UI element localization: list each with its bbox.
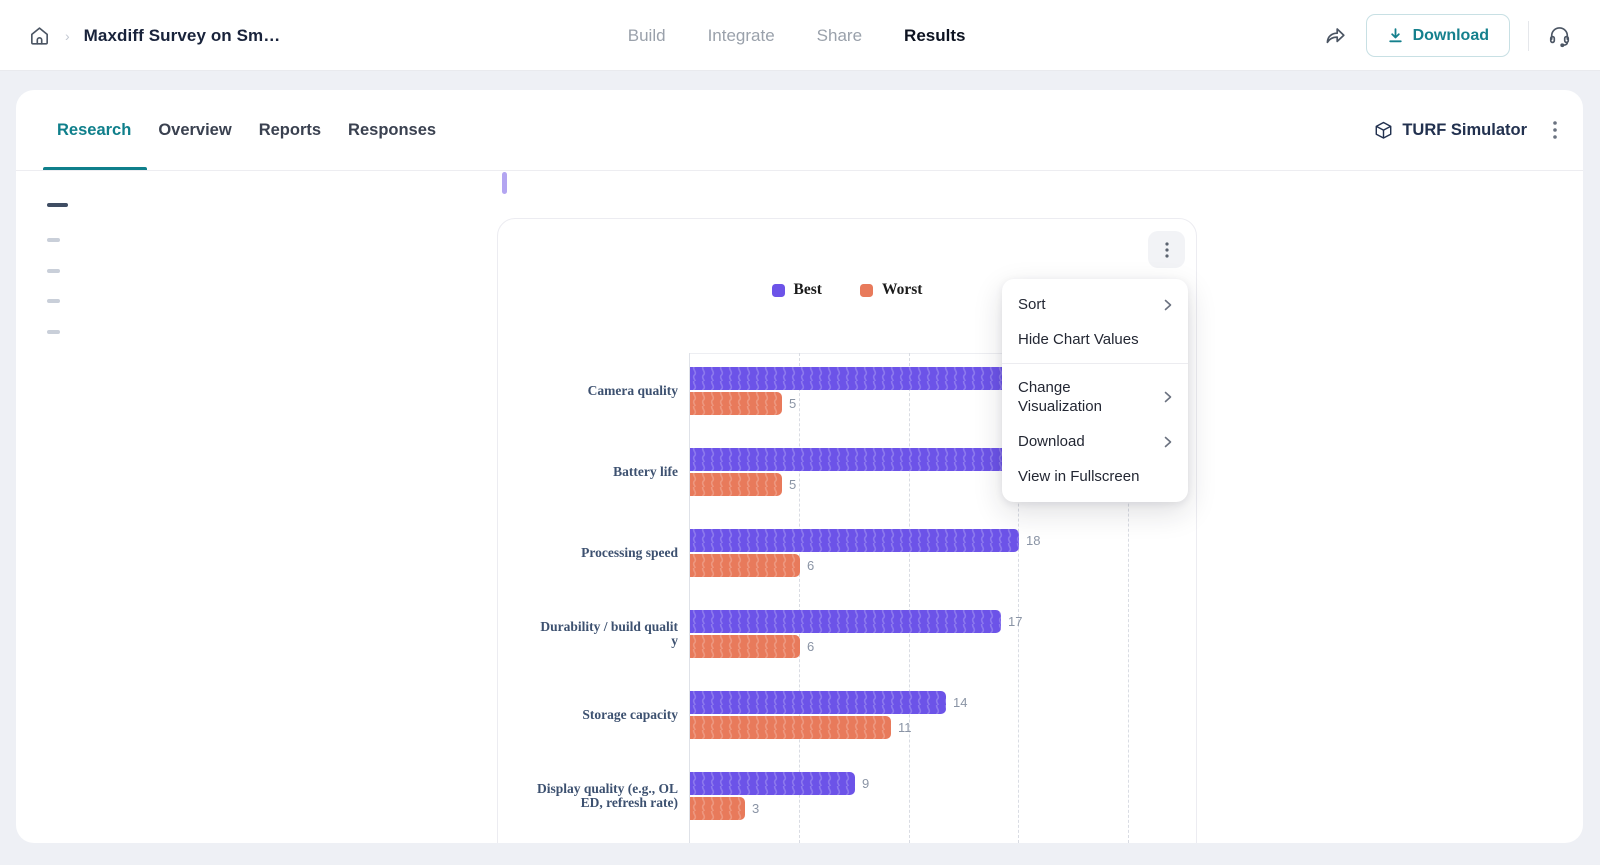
bar-value-label: 18 bbox=[1026, 533, 1041, 548]
legend-label-worst: Worst bbox=[881, 281, 923, 298]
menu-divider bbox=[1002, 363, 1188, 364]
tab-research[interactable]: Research bbox=[57, 121, 131, 140]
category-label: Storage capacity bbox=[582, 706, 678, 722]
top-navbar: › Maxdiff Survey on Sm… Build Integrate … bbox=[0, 0, 1600, 71]
best-bar bbox=[690, 610, 1001, 633]
kebab-icon bbox=[1164, 241, 1169, 258]
survey-title[interactable]: Maxdiff Survey on Sm… bbox=[84, 26, 281, 46]
best-bar bbox=[690, 448, 1047, 471]
category-label: Processing speed bbox=[581, 544, 678, 560]
nav-tab-integrate[interactable]: Integrate bbox=[708, 26, 775, 46]
breadcrumb: › Maxdiff Survey on Sm… bbox=[28, 0, 280, 71]
nav-tab-share[interactable]: Share bbox=[817, 26, 862, 46]
scrollbar-thumb[interactable] bbox=[502, 172, 507, 194]
menu-item-hide-chart-values[interactable]: Hide Chart Values bbox=[1002, 322, 1188, 357]
turf-simulator-label: TURF Simulator bbox=[1402, 120, 1527, 139]
legend-item-worst[interactable]: Worst bbox=[859, 281, 923, 299]
breadcrumb-separator: › bbox=[65, 27, 70, 44]
category-label: Camera quality bbox=[587, 382, 678, 398]
navbar-divider bbox=[1528, 20, 1529, 51]
menu-item-sort[interactable]: Sort bbox=[1002, 287, 1188, 322]
tabbar-kebab-icon[interactable] bbox=[1553, 121, 1557, 139]
download-button[interactable]: Download bbox=[1365, 14, 1510, 57]
cube-icon bbox=[1374, 121, 1393, 140]
worst-bar bbox=[690, 473, 782, 496]
bar-value-label: 5 bbox=[789, 477, 797, 492]
nav-tab-results[interactable]: Results bbox=[904, 26, 965, 46]
gridline bbox=[909, 353, 910, 843]
navbar-actions: Download bbox=[1324, 0, 1572, 71]
chevron-right-icon bbox=[1164, 299, 1172, 310]
menu-item-change-visualization[interactable]: Change Visualization bbox=[1002, 370, 1188, 424]
main-nav: Build Integrate Share Results bbox=[628, 0, 966, 71]
worst-bar bbox=[690, 797, 745, 820]
y-axis-line bbox=[689, 353, 690, 843]
category-label: Durability / build qualit y bbox=[540, 618, 678, 648]
worst-bar bbox=[690, 635, 800, 658]
best-bar bbox=[690, 772, 855, 795]
chart-menu-button[interactable] bbox=[1148, 231, 1185, 268]
menu-item-download[interactable]: Download bbox=[1002, 424, 1188, 459]
worst-bar bbox=[690, 716, 891, 739]
sidebar-item-active[interactable] bbox=[47, 203, 68, 207]
legend-item-best[interactable]: Best bbox=[771, 281, 822, 299]
sidebar-item[interactable] bbox=[47, 330, 60, 334]
category-label: Display quality (e.g., OL ED, refresh rat… bbox=[536, 780, 678, 810]
sidebar-item[interactable] bbox=[47, 269, 60, 273]
best-bar bbox=[690, 691, 946, 714]
sidebar-item[interactable] bbox=[47, 238, 60, 242]
headset-icon[interactable] bbox=[1547, 23, 1572, 48]
nav-tab-build[interactable]: Build bbox=[628, 26, 666, 46]
menu-item-view-in-fullscreen[interactable]: View in Fullscreen bbox=[1002, 459, 1188, 494]
bar-value-label: 11 bbox=[898, 720, 912, 735]
tabbar-divider bbox=[16, 170, 1583, 171]
bar-value-label: 3 bbox=[752, 801, 760, 816]
best-bar bbox=[690, 529, 1019, 552]
legend-swatch-worst bbox=[859, 283, 873, 297]
bar-value-label: 5 bbox=[789, 396, 797, 411]
results-tabbar: Research Overview Reports Responses TURF… bbox=[16, 90, 1583, 171]
tab-responses[interactable]: Responses bbox=[348, 121, 436, 140]
bar-value-label: 9 bbox=[862, 776, 870, 791]
download-label: Download bbox=[1412, 26, 1489, 44]
download-icon bbox=[1387, 27, 1404, 44]
bar-value-label: 6 bbox=[807, 558, 815, 573]
tab-overview[interactable]: Overview bbox=[158, 121, 231, 140]
sidebar-item[interactable] bbox=[47, 299, 60, 303]
gridline bbox=[799, 353, 800, 843]
worst-bar bbox=[690, 554, 800, 577]
turf-simulator-button[interactable]: TURF Simulator bbox=[1374, 121, 1527, 140]
chevron-right-icon bbox=[1164, 391, 1172, 403]
chart-context-menu: Sort Hide Chart Values Change Visualizat… bbox=[1002, 279, 1188, 502]
home-icon[interactable] bbox=[28, 24, 51, 47]
main-panel: Research Overview Reports Responses TURF… bbox=[16, 90, 1583, 843]
worst-bar bbox=[690, 392, 782, 415]
chevron-right-icon bbox=[1164, 436, 1172, 447]
bar-value-label: 17 bbox=[1008, 614, 1023, 629]
legend-label-best: Best bbox=[793, 281, 822, 298]
bar-value-label: 14 bbox=[953, 695, 968, 710]
share-icon[interactable] bbox=[1324, 24, 1348, 48]
legend-swatch-best bbox=[771, 283, 785, 297]
tab-reports[interactable]: Reports bbox=[259, 121, 321, 140]
category-label: Battery life bbox=[613, 463, 678, 479]
bar-value-label: 6 bbox=[807, 639, 815, 654]
